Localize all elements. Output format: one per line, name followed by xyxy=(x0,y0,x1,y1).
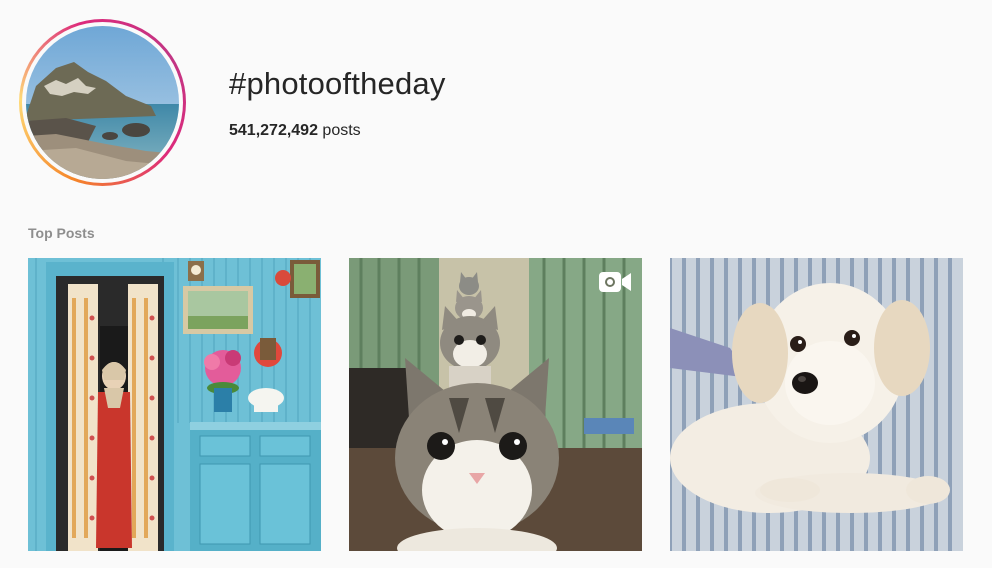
top-post-2[interactable] xyxy=(349,258,642,551)
video-camera-icon xyxy=(599,272,631,292)
top-posts-heading: Top Posts xyxy=(28,225,95,241)
top-post-1[interactable] xyxy=(28,258,321,551)
hashtag-avatar[interactable] xyxy=(19,19,186,186)
post-1-image xyxy=(28,258,321,551)
post-count: 541,272,492 posts xyxy=(229,122,361,140)
post-count-number: 541,272,492 xyxy=(229,122,318,139)
post-2-image xyxy=(349,258,642,551)
top-post-3[interactable] xyxy=(670,258,963,551)
post-count-label: posts xyxy=(317,122,361,139)
post-3-image xyxy=(670,258,963,551)
avatar-image xyxy=(26,26,179,179)
hashtag-title: #photooftheday xyxy=(229,66,446,101)
